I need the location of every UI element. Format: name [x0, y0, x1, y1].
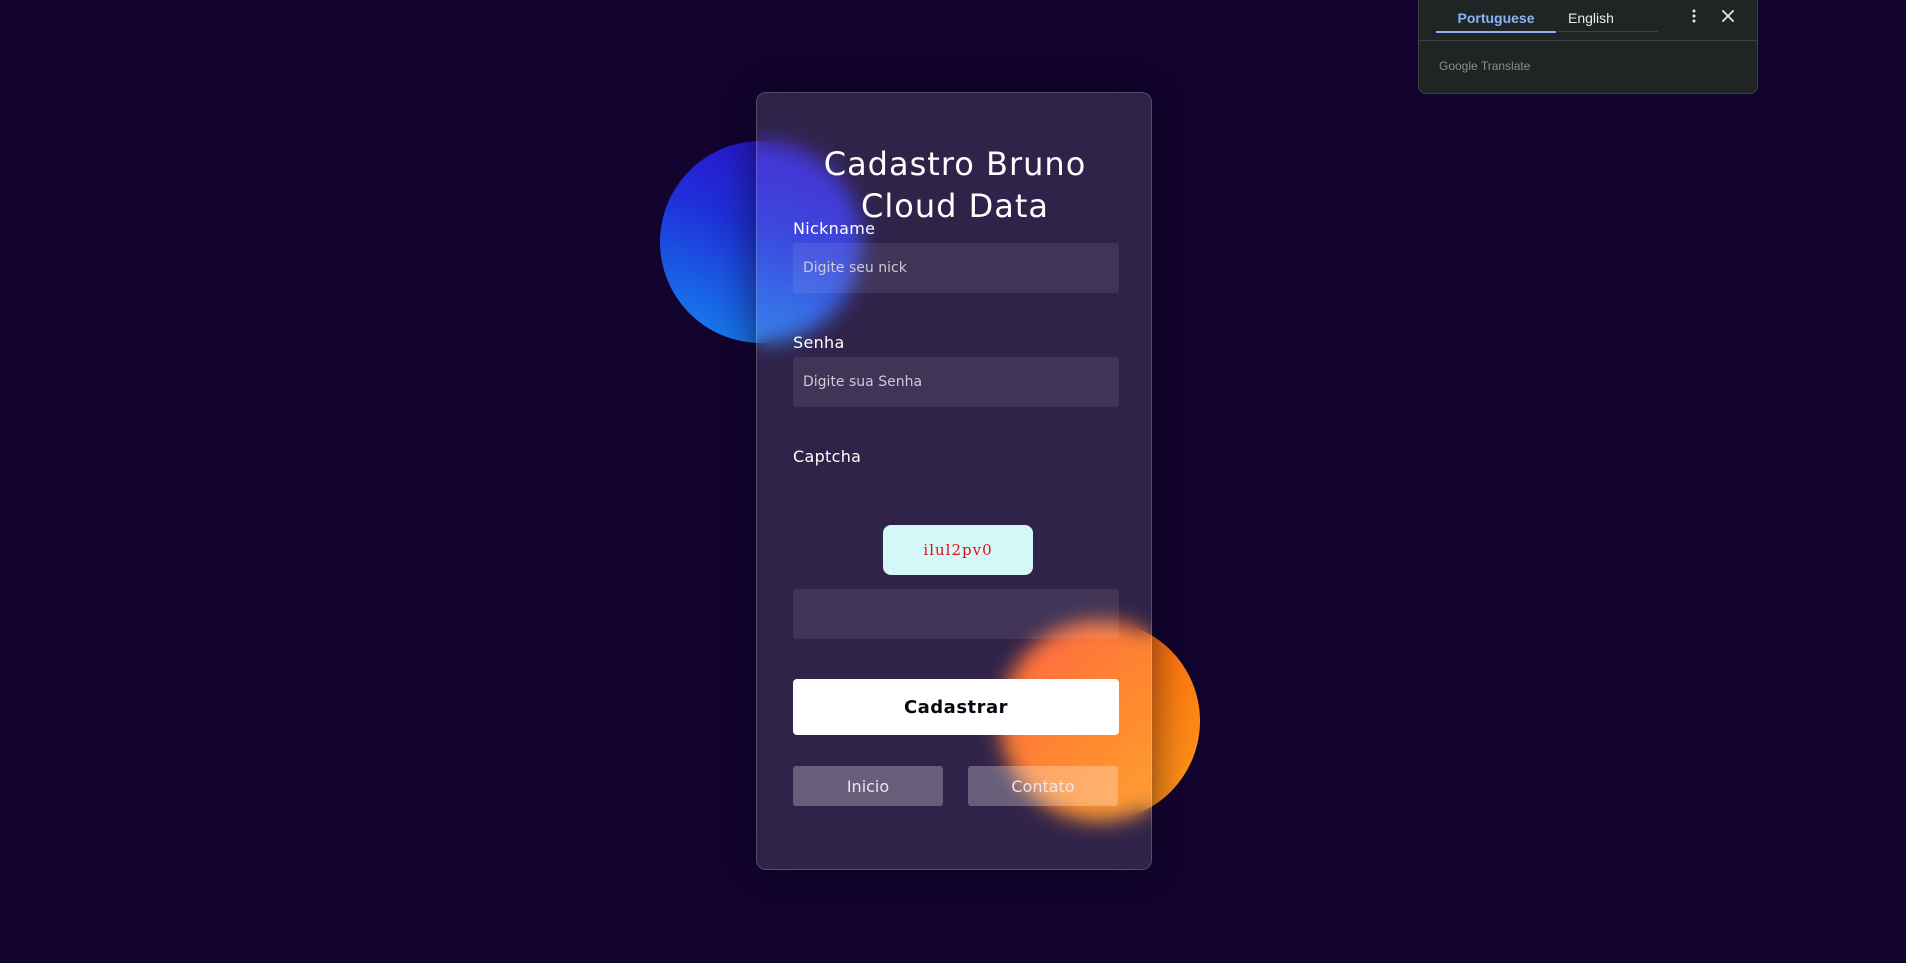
more-vertical-icon[interactable]: [1682, 4, 1706, 28]
close-icon[interactable]: [1716, 4, 1740, 28]
popup-divider: [1419, 40, 1757, 41]
tab-english-label: English: [1568, 10, 1614, 26]
captcha-input[interactable]: [793, 589, 1119, 639]
tab-portuguese[interactable]: Portuguese: [1436, 5, 1556, 33]
password-label: Senha: [793, 333, 845, 352]
contact-button-label: Contato: [1011, 776, 1075, 796]
register-form: Cadastro Bruno Cloud Data Nickname Senha…: [756, 92, 1152, 870]
captcha-image: ilul2pv0: [883, 525, 1033, 575]
nickname-input[interactable]: [793, 243, 1119, 293]
form-title: Cadastro Bruno Cloud Data: [757, 143, 1153, 227]
contact-button[interactable]: Contato: [968, 766, 1118, 806]
home-button-label: Inicio: [846, 776, 890, 796]
tab-portuguese-label: Portuguese: [1457, 10, 1535, 26]
nickname-label: Nickname: [793, 219, 876, 238]
form-title-line-1: Cadastro Bruno: [823, 145, 1087, 183]
password-input[interactable]: [793, 357, 1119, 407]
google-translate-brand: Google Translate: [1439, 59, 1531, 73]
tab-english[interactable]: English: [1558, 5, 1658, 32]
captcha-code: ilul2pv0: [923, 541, 993, 559]
google-translate-popup: Portuguese English Google Translate: [1418, 0, 1758, 94]
home-button[interactable]: Inicio: [793, 766, 943, 806]
register-button[interactable]: Cadastrar: [793, 679, 1119, 735]
page: Cadastro Bruno Cloud Data Nickname Senha…: [0, 0, 1906, 963]
captcha-label: Captcha: [793, 447, 862, 466]
